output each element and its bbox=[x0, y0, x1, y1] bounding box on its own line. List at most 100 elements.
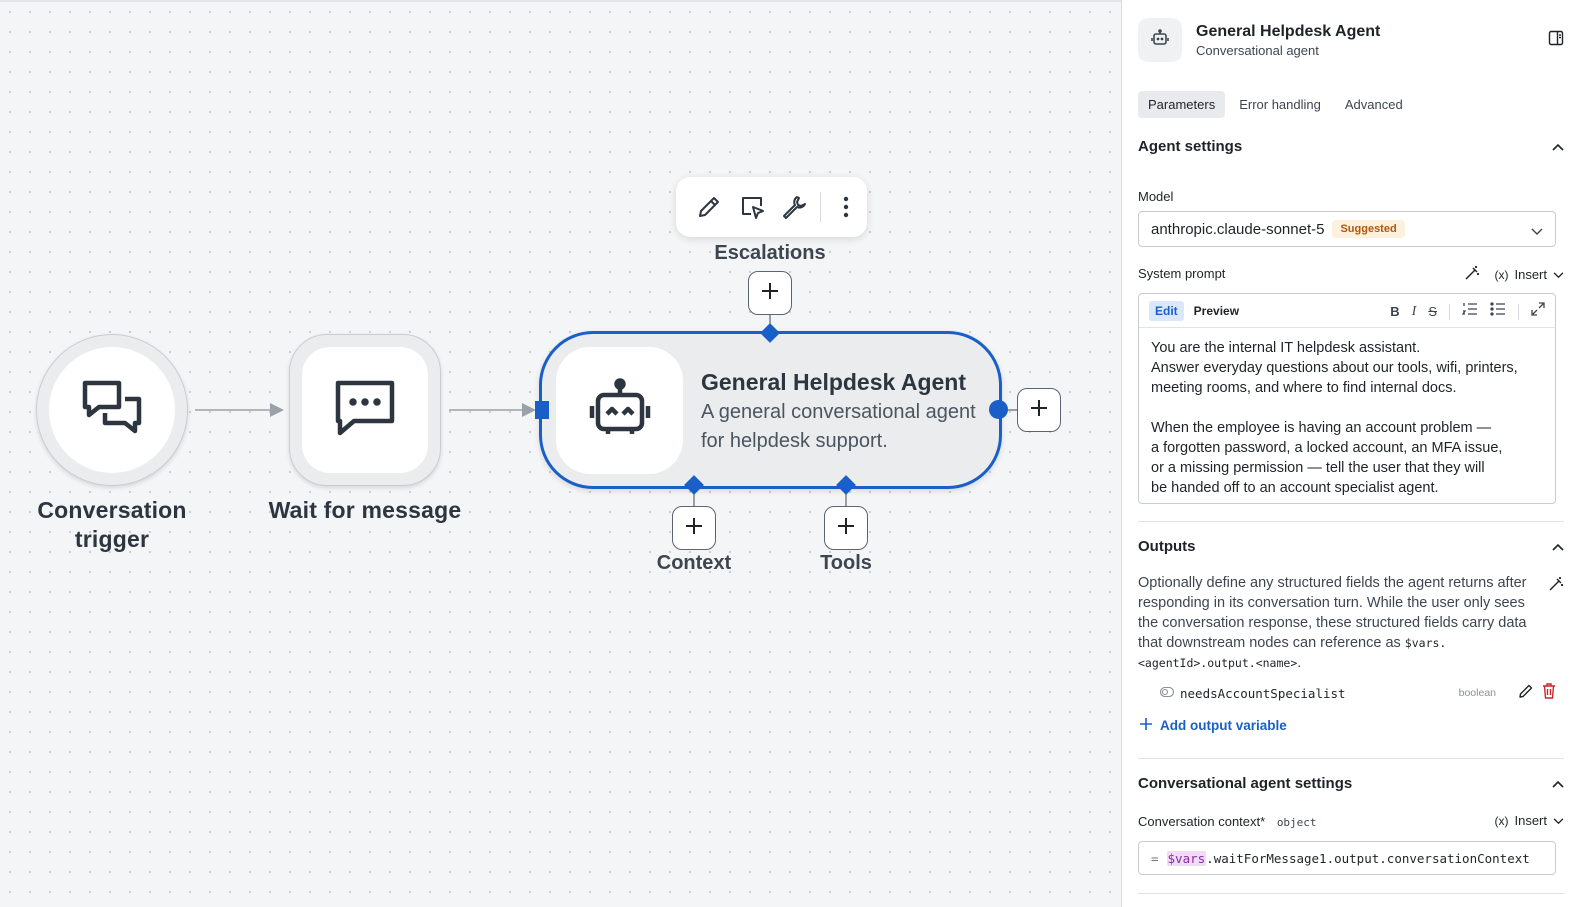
conversation-context-input[interactable]: = $vars .waitForMessage1.output.conversat… bbox=[1138, 841, 1556, 875]
magic-wand-icon[interactable] bbox=[1548, 576, 1564, 597]
tools-label: Tools bbox=[820, 552, 872, 574]
insert-label: Insert bbox=[1514, 813, 1547, 828]
panel-header: General Helpdesk Agent Conversational ag… bbox=[1138, 18, 1380, 62]
add-output-variable-button[interactable]: Add output variable bbox=[1140, 718, 1287, 733]
outputs-heading: Outputs bbox=[1138, 538, 1196, 555]
bold-icon[interactable]: B bbox=[1390, 304, 1399, 319]
agent-node-title: General Helpdesk Agent bbox=[701, 369, 967, 395]
chevron-up-icon[interactable] bbox=[1552, 775, 1564, 792]
add-tool-button[interactable] bbox=[824, 506, 868, 550]
expand-icon[interactable] bbox=[1531, 302, 1545, 321]
insert-variable-button[interactable]: (x) Insert bbox=[1494, 267, 1564, 282]
section-divider bbox=[1138, 758, 1564, 759]
editor-tab-preview[interactable]: Preview bbox=[1188, 301, 1245, 321]
add-escalation-button[interactable] bbox=[748, 271, 792, 315]
conversation-context-label-text: Conversation context bbox=[1138, 814, 1261, 829]
wait-for-message-node[interactable] bbox=[289, 334, 441, 486]
message-dots-icon bbox=[334, 377, 396, 444]
add-next-node-button[interactable] bbox=[1017, 388, 1061, 432]
chevron-up-icon[interactable] bbox=[1552, 538, 1564, 555]
more-vertical-icon[interactable] bbox=[825, 185, 868, 229]
general-helpdesk-agent-node[interactable]: General Helpdesk Agent A general convers… bbox=[539, 331, 1002, 489]
italic-icon[interactable]: I bbox=[1412, 304, 1417, 320]
output-variable-name: needsAccountSpecialist bbox=[1180, 685, 1346, 701]
output-variable-actions bbox=[1518, 682, 1556, 704]
tab-error-handling[interactable]: Error handling bbox=[1229, 91, 1331, 118]
node-toolbar bbox=[676, 177, 867, 237]
output-handle[interactable] bbox=[989, 400, 1008, 419]
agent-settings-heading: Agent settings bbox=[1138, 138, 1243, 155]
select-icon[interactable] bbox=[731, 185, 774, 229]
panel-subtitle: Conversational agent bbox=[1196, 42, 1319, 58]
header-icon-box bbox=[1138, 18, 1182, 62]
agent-node-description: A general conversational agent for helpd… bbox=[701, 401, 976, 452]
conversation-trigger-node[interactable] bbox=[36, 334, 188, 486]
outputs-description: Optionally define any structured fields … bbox=[1138, 573, 1533, 673]
workflow-canvas[interactable]: Conversation trigger Wait for message Es… bbox=[0, 0, 1121, 907]
agent-settings-header[interactable]: Agent settings bbox=[1138, 138, 1564, 155]
variable-icon: (x) bbox=[1494, 813, 1509, 828]
trash-icon[interactable] bbox=[1542, 682, 1556, 704]
system-prompt-actions: (x) Insert bbox=[1464, 265, 1564, 284]
edit-icon[interactable] bbox=[688, 185, 731, 229]
add-output-variable-label: Add output variable bbox=[1160, 718, 1287, 733]
editor-toolbar: Edit Preview B I S bbox=[1139, 294, 1555, 328]
strikethrough-icon[interactable]: S bbox=[1428, 304, 1437, 319]
editor-separator bbox=[1449, 303, 1450, 320]
panel-tabs: Parameters Error handling Advanced bbox=[1138, 91, 1413, 118]
system-prompt-label: System prompt bbox=[1138, 266, 1226, 281]
conversation-context-label: Conversation context* object bbox=[1138, 814, 1317, 829]
conversation-context-type: object bbox=[1276, 816, 1317, 829]
section-divider bbox=[1138, 521, 1564, 522]
editor-separator bbox=[1518, 303, 1519, 320]
toolbar-separator bbox=[819, 192, 821, 222]
conversation-context-actions: (x) Insert bbox=[1494, 813, 1564, 828]
numbered-list-icon[interactable] bbox=[1461, 302, 1478, 321]
panel-title: General Helpdesk Agent bbox=[1196, 22, 1381, 40]
edit-icon[interactable] bbox=[1518, 683, 1534, 704]
suggested-badge: Suggested bbox=[1332, 220, 1405, 238]
outputs-reference-suffix: . bbox=[1297, 655, 1302, 671]
expression-variable: $vars bbox=[1166, 850, 1207, 866]
panel-layout-icon[interactable] bbox=[1548, 30, 1564, 51]
add-context-button[interactable] bbox=[672, 506, 716, 550]
conversational-settings-header[interactable]: Conversational agent settings bbox=[1138, 775, 1564, 792]
toggle-icon bbox=[1159, 684, 1175, 702]
escalations-label: Escalations bbox=[714, 242, 826, 264]
plus-icon bbox=[761, 282, 779, 305]
chevron-down-icon bbox=[1553, 267, 1564, 282]
robot-icon bbox=[1150, 28, 1170, 53]
plus-icon bbox=[685, 517, 703, 540]
insert-variable-button[interactable]: (x) Insert bbox=[1494, 813, 1564, 828]
model-select[interactable]: anthropic.claude-sonnet-5 Suggested bbox=[1138, 211, 1556, 247]
system-prompt-editor: Edit Preview B I S You are the internal … bbox=[1138, 293, 1556, 504]
chevron-down-icon bbox=[1553, 813, 1564, 828]
wrench-icon[interactable] bbox=[773, 185, 816, 229]
conversational-settings-heading: Conversational agent settings bbox=[1138, 775, 1353, 792]
chevron-up-icon[interactable] bbox=[1552, 138, 1564, 155]
chat-bubbles-icon bbox=[81, 377, 143, 444]
agent-icon-box bbox=[556, 347, 683, 474]
context-label: Context bbox=[656, 552, 732, 574]
editor-tools: B I S bbox=[1390, 302, 1545, 321]
plus-icon bbox=[1030, 399, 1048, 422]
expression-path: .waitForMessage1.output.conversationCont… bbox=[1206, 850, 1530, 866]
required-mark: * bbox=[1260, 814, 1266, 829]
output-variable-row: needsAccountSpecialist boolean bbox=[1159, 682, 1556, 704]
outputs-description-text: Optionally define any structured fields … bbox=[1138, 575, 1527, 651]
model-label: Model bbox=[1138, 189, 1174, 204]
output-variable-type: boolean bbox=[1458, 687, 1496, 699]
tab-advanced[interactable]: Advanced bbox=[1335, 91, 1413, 118]
bullet-list-icon[interactable] bbox=[1490, 302, 1506, 321]
expression-equals: = bbox=[1151, 850, 1159, 866]
section-divider bbox=[1138, 893, 1564, 894]
input-handle[interactable] bbox=[535, 401, 549, 419]
editor-tab-edit[interactable]: Edit bbox=[1149, 300, 1184, 321]
model-value: anthropic.claude-sonnet-5 bbox=[1151, 220, 1325, 238]
tab-parameters[interactable]: Parameters bbox=[1138, 91, 1226, 118]
system-prompt-text[interactable]: You are the internal IT helpdesk assista… bbox=[1139, 328, 1555, 508]
robot-icon bbox=[588, 376, 652, 445]
outputs-header[interactable]: Outputs bbox=[1138, 538, 1564, 555]
magic-wand-icon[interactable] bbox=[1464, 265, 1480, 284]
plus-icon bbox=[837, 517, 855, 540]
